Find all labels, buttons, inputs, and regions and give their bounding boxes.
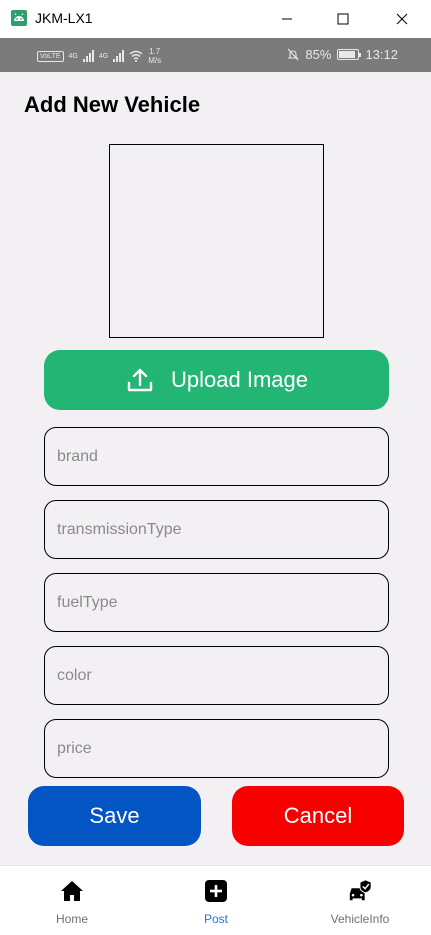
close-icon [396, 13, 408, 25]
nav-item-home[interactable]: Home [0, 866, 144, 935]
page-title: Add New Vehicle [24, 92, 201, 117]
minimize-icon [282, 18, 292, 20]
net-speed-unit: M/s [148, 56, 162, 65]
android-app-icon [11, 10, 27, 26]
nav-label-post: Post [203, 912, 228, 926]
battery-icon [337, 49, 362, 60]
fuel-type-input[interactable] [44, 573, 389, 632]
status-time: 13:12 [365, 47, 398, 62]
signal-icon [82, 50, 94, 62]
close-button[interactable] [373, 0, 431, 38]
bell-off-icon [288, 48, 299, 61]
nav-label-home: Home [55, 912, 88, 926]
window-title: JKM-LX1 [35, 10, 93, 26]
image-preview [109, 144, 324, 338]
signal-label-1: 4G [68, 52, 78, 60]
status-right: 85% 13:12 [287, 47, 398, 62]
app-screen: Add New Vehicle Upload Image Save Cancel [0, 72, 431, 865]
upload-icon [127, 368, 153, 392]
price-input[interactable] [44, 719, 389, 778]
bottom-nav: Home Post VehicleInfo [0, 865, 431, 934]
car-check-icon [347, 878, 373, 904]
window-titlebar: JKM-LX1 [0, 0, 431, 38]
nav-item-vehicleinfo[interactable]: VehicleInfo [288, 866, 431, 935]
transmission-type-input[interactable] [44, 500, 389, 559]
status-bar: VoLTE 4G 4G 1.7 M/s 85% 13:12 [0, 38, 431, 72]
home-icon [59, 878, 85, 904]
cancel-button[interactable]: Cancel [232, 786, 404, 846]
nav-label-vehicleinfo: VehicleInfo [330, 912, 390, 926]
save-button[interactable]: Save [28, 786, 201, 846]
maximize-icon [337, 13, 349, 25]
net-speed-value: 1.7 [149, 47, 161, 56]
upload-image-button[interactable]: Upload Image [44, 350, 389, 410]
brand-input[interactable] [44, 427, 389, 486]
upload-image-label: Upload Image [171, 367, 308, 392]
wifi-icon [129, 50, 143, 62]
signal-icon-2 [113, 50, 125, 62]
volte-badge: VoLTE [37, 50, 64, 62]
net-speed: 1.7 M/s [148, 47, 161, 65]
minimize-button[interactable] [258, 0, 316, 38]
maximize-button[interactable] [314, 0, 372, 38]
add-box-icon [203, 878, 229, 904]
color-input[interactable] [44, 646, 389, 705]
battery-fill [339, 51, 355, 58]
status-left: VoLTE 4G 4G 1.7 M/s [37, 47, 161, 65]
nav-item-post[interactable]: Post [144, 866, 288, 935]
battery-percent: 85% [305, 47, 332, 62]
signal-label-2: 4G [98, 52, 109, 60]
